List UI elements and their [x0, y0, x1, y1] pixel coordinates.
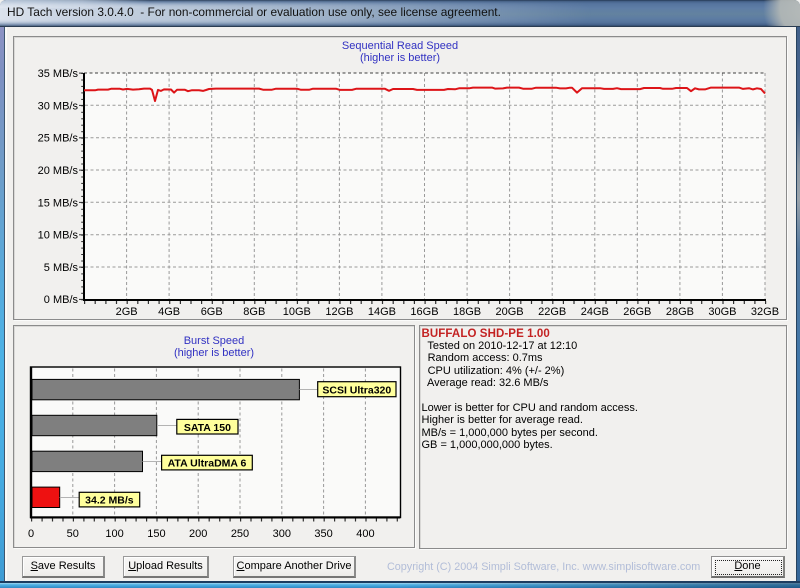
svg-text:5 MB/s: 5 MB/s: [44, 262, 79, 274]
svg-text:32GB: 32GB: [751, 306, 779, 318]
svg-text:34.2 MB/s: 34.2 MB/s: [85, 495, 134, 507]
svg-text:30 MB/s: 30 MB/s: [38, 100, 79, 112]
svg-text:ATA UltraDMA 6: ATA UltraDMA 6: [168, 458, 247, 470]
svg-text:400: 400: [356, 528, 374, 540]
svg-text:18GB: 18GB: [453, 306, 481, 318]
svg-text:25 MB/s: 25 MB/s: [38, 133, 79, 145]
svg-text:SATA 150: SATA 150: [184, 422, 231, 434]
svg-text:35 MB/s: 35 MB/s: [38, 68, 79, 80]
svg-text:100: 100: [105, 528, 123, 540]
svg-text:16GB: 16GB: [410, 306, 438, 318]
svg-text:6GB: 6GB: [201, 306, 223, 318]
svg-text:300: 300: [273, 528, 291, 540]
svg-text:50: 50: [67, 528, 79, 540]
svg-text:22GB: 22GB: [538, 306, 566, 318]
svg-text:SCSI Ultra320: SCSI Ultra320: [322, 384, 391, 396]
svg-text:350: 350: [314, 528, 332, 540]
svg-text:15 MB/s: 15 MB/s: [38, 197, 79, 209]
svg-text:26GB: 26GB: [623, 306, 651, 318]
svg-text:150: 150: [147, 528, 165, 540]
svg-text:14GB: 14GB: [368, 306, 396, 318]
svg-text:2GB: 2GB: [116, 306, 138, 318]
svg-text:20 MB/s: 20 MB/s: [38, 165, 79, 177]
svg-text:0 MB/s: 0 MB/s: [44, 294, 79, 306]
svg-text:10 MB/s: 10 MB/s: [38, 230, 79, 242]
svg-text:28GB: 28GB: [666, 306, 694, 318]
svg-text:200: 200: [189, 528, 207, 540]
svg-text:4GB: 4GB: [158, 306, 180, 318]
svg-text:10GB: 10GB: [283, 306, 311, 318]
svg-text:24GB: 24GB: [581, 306, 609, 318]
svg-text:0: 0: [28, 528, 34, 540]
svg-text:20GB: 20GB: [496, 306, 524, 318]
svg-text:250: 250: [231, 528, 249, 540]
svg-text:8GB: 8GB: [243, 306, 265, 318]
svg-text:30GB: 30GB: [708, 306, 736, 318]
svg-text:12GB: 12GB: [325, 306, 353, 318]
